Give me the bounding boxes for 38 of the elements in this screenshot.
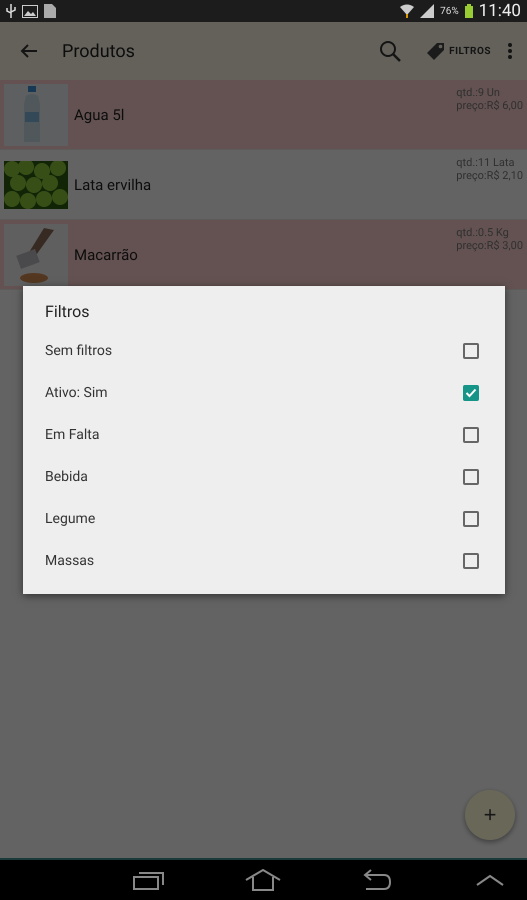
wifi-icon (400, 4, 414, 18)
image-icon (22, 4, 38, 18)
product-name: Lata ervilha (74, 176, 152, 194)
usb-icon (6, 4, 16, 18)
back-icon (362, 869, 392, 891)
screen-title: Produtos (62, 40, 136, 62)
clock: 11:40 (478, 1, 521, 21)
search-icon (379, 40, 402, 62)
product-name: Macarrão (74, 246, 139, 264)
back-arrow-icon (20, 43, 38, 59)
chevron-up-icon (476, 873, 504, 887)
filter-option[interactable]: Ativo: Sim (45, 372, 483, 414)
checkbox[interactable] (463, 469, 479, 485)
filter-option[interactable]: Sem filtros (45, 330, 483, 372)
signal-icon (420, 4, 434, 18)
filter-option[interactable]: Massas (45, 540, 483, 582)
expand-button[interactable] (476, 873, 504, 887)
check-icon (465, 387, 477, 399)
checkbox[interactable] (463, 553, 479, 569)
recent-apps-icon (133, 869, 165, 891)
filter-option[interactable]: Bebida (45, 456, 483, 498)
checkbox[interactable] (463, 511, 479, 527)
file-icon (44, 4, 56, 18)
more-icon (507, 42, 513, 60)
filter-option[interactable]: Em Falta (45, 414, 483, 456)
battery-percent: 76% (440, 6, 459, 16)
battery-icon (464, 4, 473, 18)
checkbox[interactable] (463, 343, 479, 359)
home-icon (245, 869, 281, 891)
checkbox[interactable] (463, 385, 479, 401)
home-button[interactable] (245, 869, 281, 891)
product-name: Agua 5l (74, 106, 126, 124)
dialog-title: Filtros (45, 302, 91, 323)
checkbox[interactable] (463, 427, 479, 443)
recent-apps-button[interactable] (133, 869, 165, 891)
back-nav-button[interactable] (362, 869, 392, 891)
tag-icon (425, 41, 446, 61)
filter-option[interactable]: Legume (45, 498, 483, 540)
